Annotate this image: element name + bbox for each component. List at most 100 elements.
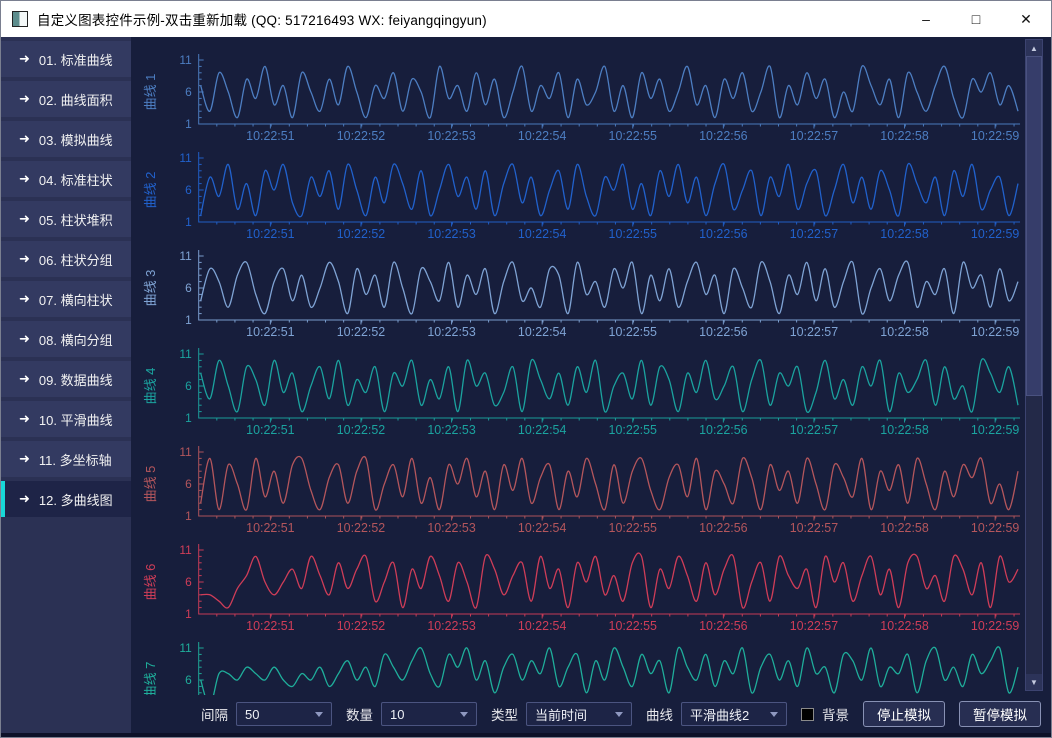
line-chart: 161110:22:5110:22:5210:22:5310:22:5410:2… (131, 439, 1025, 537)
svg-text:10:22:54: 10:22:54 (518, 325, 566, 339)
svg-text:11: 11 (179, 347, 192, 361)
svg-text:10:22:57: 10:22:57 (790, 619, 838, 633)
sidebar-item-label: 11. 多坐标轴 (39, 450, 112, 469)
sidebar-item-5[interactable]: ➜05. 柱状堆积 (1, 201, 131, 237)
svg-text:1: 1 (185, 215, 192, 229)
svg-text:1: 1 (185, 117, 192, 131)
arrow-icon: ➜ (19, 411, 30, 427)
sidebar: ➜01. 标准曲线➜02. 曲线面积➜03. 模拟曲线➜04. 标准柱状➜05.… (1, 37, 131, 733)
sidebar-item-label: 10. 平滑曲线 (39, 410, 113, 429)
svg-text:10:22:57: 10:22:57 (790, 521, 838, 535)
curve-value: 平滑曲线2 (690, 705, 749, 724)
type-label: 类型 (491, 704, 518, 724)
sidebar-item-7[interactable]: ➜07. 横向柱状 (1, 281, 131, 317)
interval-value: 50 (245, 707, 259, 722)
window-body: ➜01. 标准曲线➜02. 曲线面积➜03. 模拟曲线➜04. 标准柱状➜05.… (1, 37, 1051, 733)
svg-text:10:22:58: 10:22:58 (880, 423, 928, 437)
svg-text:10:22:51: 10:22:51 (246, 325, 294, 339)
sidebar-item-label: 07. 横向柱状 (39, 290, 113, 309)
arrow-icon: ➜ (19, 251, 30, 267)
scrollbar-track[interactable] (1026, 56, 1042, 674)
svg-text:10:22:53: 10:22:53 (427, 619, 475, 633)
sidebar-item-label: 06. 柱状分组 (39, 250, 113, 269)
svg-text:10:22:56: 10:22:56 (699, 325, 747, 339)
sidebar-item-12[interactable]: ➜12. 多曲线图 (1, 481, 131, 517)
svg-text:1: 1 (185, 411, 192, 425)
sidebar-item-label: 12. 多曲线图 (39, 490, 113, 509)
svg-text:6: 6 (185, 281, 192, 295)
sidebar-item-8[interactable]: ➜08. 横向分组 (1, 321, 131, 357)
chevron-down-icon (770, 712, 778, 717)
interval-label: 间隔 (201, 704, 228, 724)
svg-text:10:22:51: 10:22:51 (246, 423, 294, 437)
svg-text:10:22:52: 10:22:52 (337, 619, 385, 633)
chevron-down-icon (315, 712, 323, 717)
titlebar: 自定义图表控件示例-双击重新加载 (QQ: 517216493 WX: feiy… (1, 1, 1051, 37)
sidebar-item-label: 03. 模拟曲线 (39, 130, 113, 149)
minimize-icon[interactable]: – (901, 1, 951, 37)
chart-row: 161110:22:5110:22:5210:22:5310:22:5410:2… (131, 635, 1025, 695)
chart-stack: 161110:22:5110:22:5210:22:5310:22:5410:2… (131, 37, 1025, 695)
line-chart: 161110:22:5110:22:5210:22:5310:22:5410:2… (131, 145, 1025, 243)
maximize-icon[interactable]: □ (951, 1, 1001, 37)
svg-text:10:22:54: 10:22:54 (518, 227, 566, 241)
sidebar-item-1[interactable]: ➜01. 标准曲线 (1, 41, 131, 77)
svg-text:10:22:55: 10:22:55 (609, 227, 657, 241)
svg-text:10:22:53: 10:22:53 (427, 129, 475, 143)
svg-text:6: 6 (185, 183, 192, 197)
svg-text:10:22:58: 10:22:58 (880, 619, 928, 633)
svg-text:10:22:58: 10:22:58 (880, 325, 928, 339)
svg-text:10:22:57: 10:22:57 (790, 129, 838, 143)
window-controls: – □ ✕ (901, 1, 1051, 37)
svg-text:10:22:55: 10:22:55 (609, 423, 657, 437)
svg-text:10:22:55: 10:22:55 (609, 325, 657, 339)
sidebar-item-label: 01. 标准曲线 (39, 50, 113, 69)
svg-text:10:22:59: 10:22:59 (971, 325, 1019, 339)
svg-text:曲线 5: 曲线 5 (143, 466, 158, 503)
sidebar-item-11[interactable]: ➜11. 多坐标轴 (1, 441, 131, 477)
chart-row: 161110:22:5110:22:5210:22:5310:22:5410:2… (131, 47, 1025, 145)
vertical-scrollbar[interactable]: ▲ ▼ (1025, 39, 1043, 691)
svg-text:11: 11 (179, 641, 192, 655)
scroll-down-icon[interactable]: ▼ (1026, 674, 1042, 690)
svg-text:10:22:54: 10:22:54 (518, 423, 566, 437)
line-chart: 161110:22:5110:22:5210:22:5310:22:5410:2… (131, 635, 1025, 695)
svg-text:10:22:58: 10:22:58 (880, 129, 928, 143)
curve-field: 曲线 平滑曲线2 (646, 702, 787, 726)
app-icon (12, 11, 28, 27)
curve-select[interactable]: 平滑曲线2 (681, 702, 787, 726)
scrollbar-thumb[interactable] (1026, 56, 1042, 396)
stop-simulation-button[interactable]: 停止模拟 (863, 701, 945, 727)
svg-text:1: 1 (185, 509, 192, 523)
svg-text:11: 11 (179, 445, 192, 459)
svg-text:10:22:57: 10:22:57 (790, 227, 838, 241)
sidebar-item-3[interactable]: ➜03. 模拟曲线 (1, 121, 131, 157)
svg-text:1: 1 (185, 313, 192, 327)
svg-text:10:22:57: 10:22:57 (790, 423, 838, 437)
sidebar-item-2[interactable]: ➜02. 曲线面积 (1, 81, 131, 117)
svg-text:11: 11 (179, 543, 192, 557)
svg-text:10:22:53: 10:22:53 (427, 423, 475, 437)
svg-text:曲线 2: 曲线 2 (143, 172, 158, 209)
svg-text:10:22:52: 10:22:52 (337, 521, 385, 535)
svg-text:10:22:54: 10:22:54 (518, 129, 566, 143)
count-select[interactable]: 10 (381, 702, 477, 726)
pause-simulation-button[interactable]: 暂停模拟 (959, 701, 1041, 727)
sidebar-item-6[interactable]: ➜ 06. 柱状分组 (1, 241, 131, 277)
svg-text:10:22:56: 10:22:56 (699, 129, 747, 143)
close-icon[interactable]: ✕ (1001, 1, 1051, 37)
svg-text:10:22:52: 10:22:52 (337, 227, 385, 241)
interval-field: 间隔 50 (201, 702, 332, 726)
svg-text:10:22:56: 10:22:56 (699, 619, 747, 633)
interval-select[interactable]: 50 (236, 702, 332, 726)
sidebar-item-label: 05. 柱状堆积 (39, 210, 113, 229)
arrow-icon: ➜ (19, 171, 30, 187)
sidebar-item-9[interactable]: ➜09. 数据曲线 (1, 361, 131, 397)
scroll-up-icon[interactable]: ▲ (1026, 40, 1042, 56)
background-checkbox[interactable] (801, 708, 814, 721)
sidebar-item-label: 08. 横向分组 (39, 330, 113, 349)
sidebar-item-10[interactable]: ➜ 10. 平滑曲线 (1, 401, 131, 437)
chart-row: 161110:22:5110:22:5210:22:5310:22:5410:2… (131, 439, 1025, 537)
type-select[interactable]: 当前时间 (526, 702, 632, 726)
sidebar-item-4[interactable]: ➜04. 标准柱状 (1, 161, 131, 197)
